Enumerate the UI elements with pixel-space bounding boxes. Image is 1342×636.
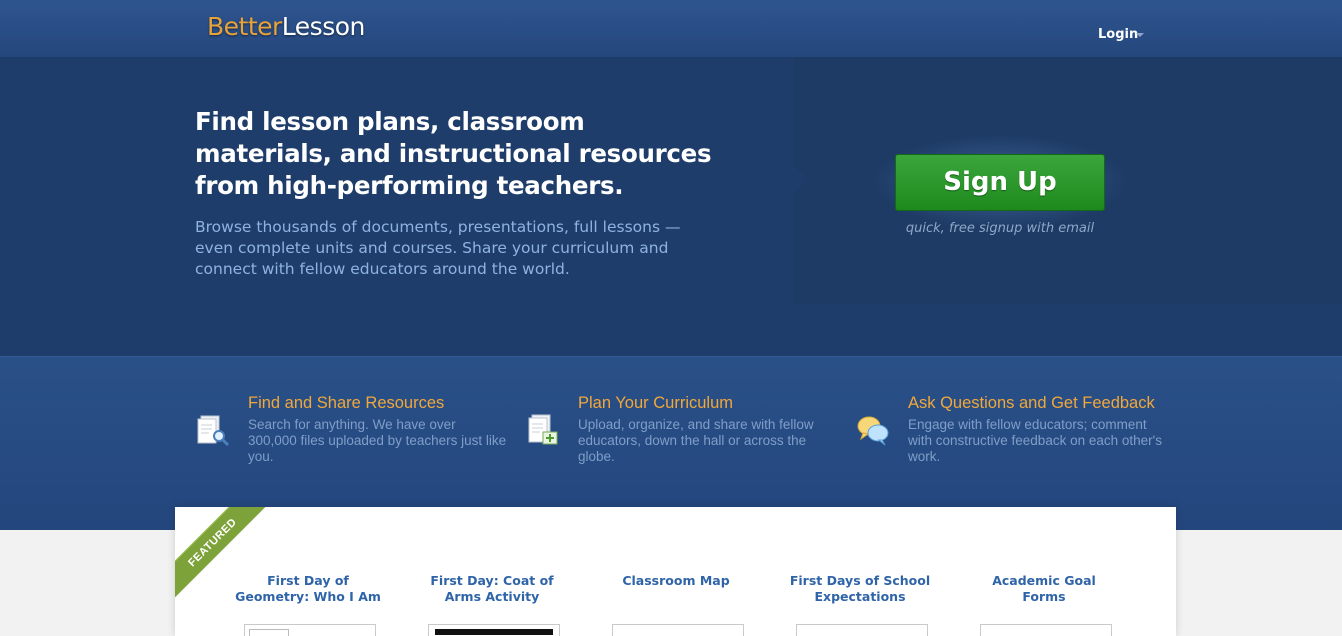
signup-note: quick, free signup with email — [905, 221, 1095, 236]
featured-item-title[interactable]: First Day: Coat of Arms Activity — [417, 573, 567, 605]
thumbnail-bar — [435, 629, 553, 635]
featured-item-title[interactable]: First Day of Geometry: Who I Am — [233, 573, 383, 605]
featured-item-thumbnail[interactable] — [980, 624, 1112, 636]
hero-headline: Find lesson plans, classroom materials, … — [195, 107, 712, 200]
feature-title: Ask Questions and Get Feedback — [908, 394, 1155, 412]
chat-bubbles-icon — [857, 416, 889, 446]
betterlesson-logo[interactable]: BetterLesson — [207, 12, 365, 41]
featured-item-thumbnail[interactable] — [428, 624, 560, 636]
feature-description: Search for anything. We have over 300,00… — [248, 417, 507, 464]
feature-description: Upload, organize, and share with fellow … — [578, 417, 814, 464]
featured-item[interactable]: Academic Goal Forms — [969, 573, 1119, 605]
featured-item[interactable]: Classroom Map — [601, 573, 751, 589]
thumbnail-box — [249, 629, 289, 636]
top-navigation-bar — [0, 0, 1342, 58]
featured-item-thumbnail[interactable] — [796, 624, 928, 636]
featured-panel: FEATURED First Day of Geometry: Who I Am… — [175, 507, 1176, 636]
featured-item-title[interactable]: First Days of School Expectations — [785, 573, 935, 605]
logo-better: Better — [207, 12, 282, 41]
logo-lesson: Lesson — [281, 12, 366, 41]
featured-item-thumbnail[interactable] — [612, 624, 744, 636]
sign-up-button[interactable]: Sign Up — [895, 154, 1105, 211]
featured-item-title[interactable]: Academic Goal Forms — [969, 573, 1119, 605]
hero-divider-arrow — [794, 166, 808, 192]
featured-item-title[interactable]: Classroom Map — [601, 573, 751, 589]
featured-item[interactable]: First Day: Coat of Arms Activity — [417, 573, 567, 605]
login-dropdown-caret-icon[interactable] — [1136, 33, 1144, 37]
featured-item-thumbnail[interactable] — [244, 624, 376, 636]
featured-item[interactable]: First Days of School Expectations — [785, 573, 935, 605]
featured-item[interactable]: First Day of Geometry: Who I Am — [233, 573, 383, 605]
feature-title: Plan Your Curriculum — [578, 394, 733, 412]
feature-title: Find and Share Resources — [248, 394, 445, 412]
feature-description: Engage with fellow educators; comment wi… — [908, 417, 1162, 464]
document-upload-icon — [528, 414, 558, 445]
hero-subtext: Browse thousands of documents, presentat… — [195, 218, 681, 278]
login-link[interactable]: Login — [1098, 27, 1138, 42]
document-search-icon — [197, 415, 230, 447]
